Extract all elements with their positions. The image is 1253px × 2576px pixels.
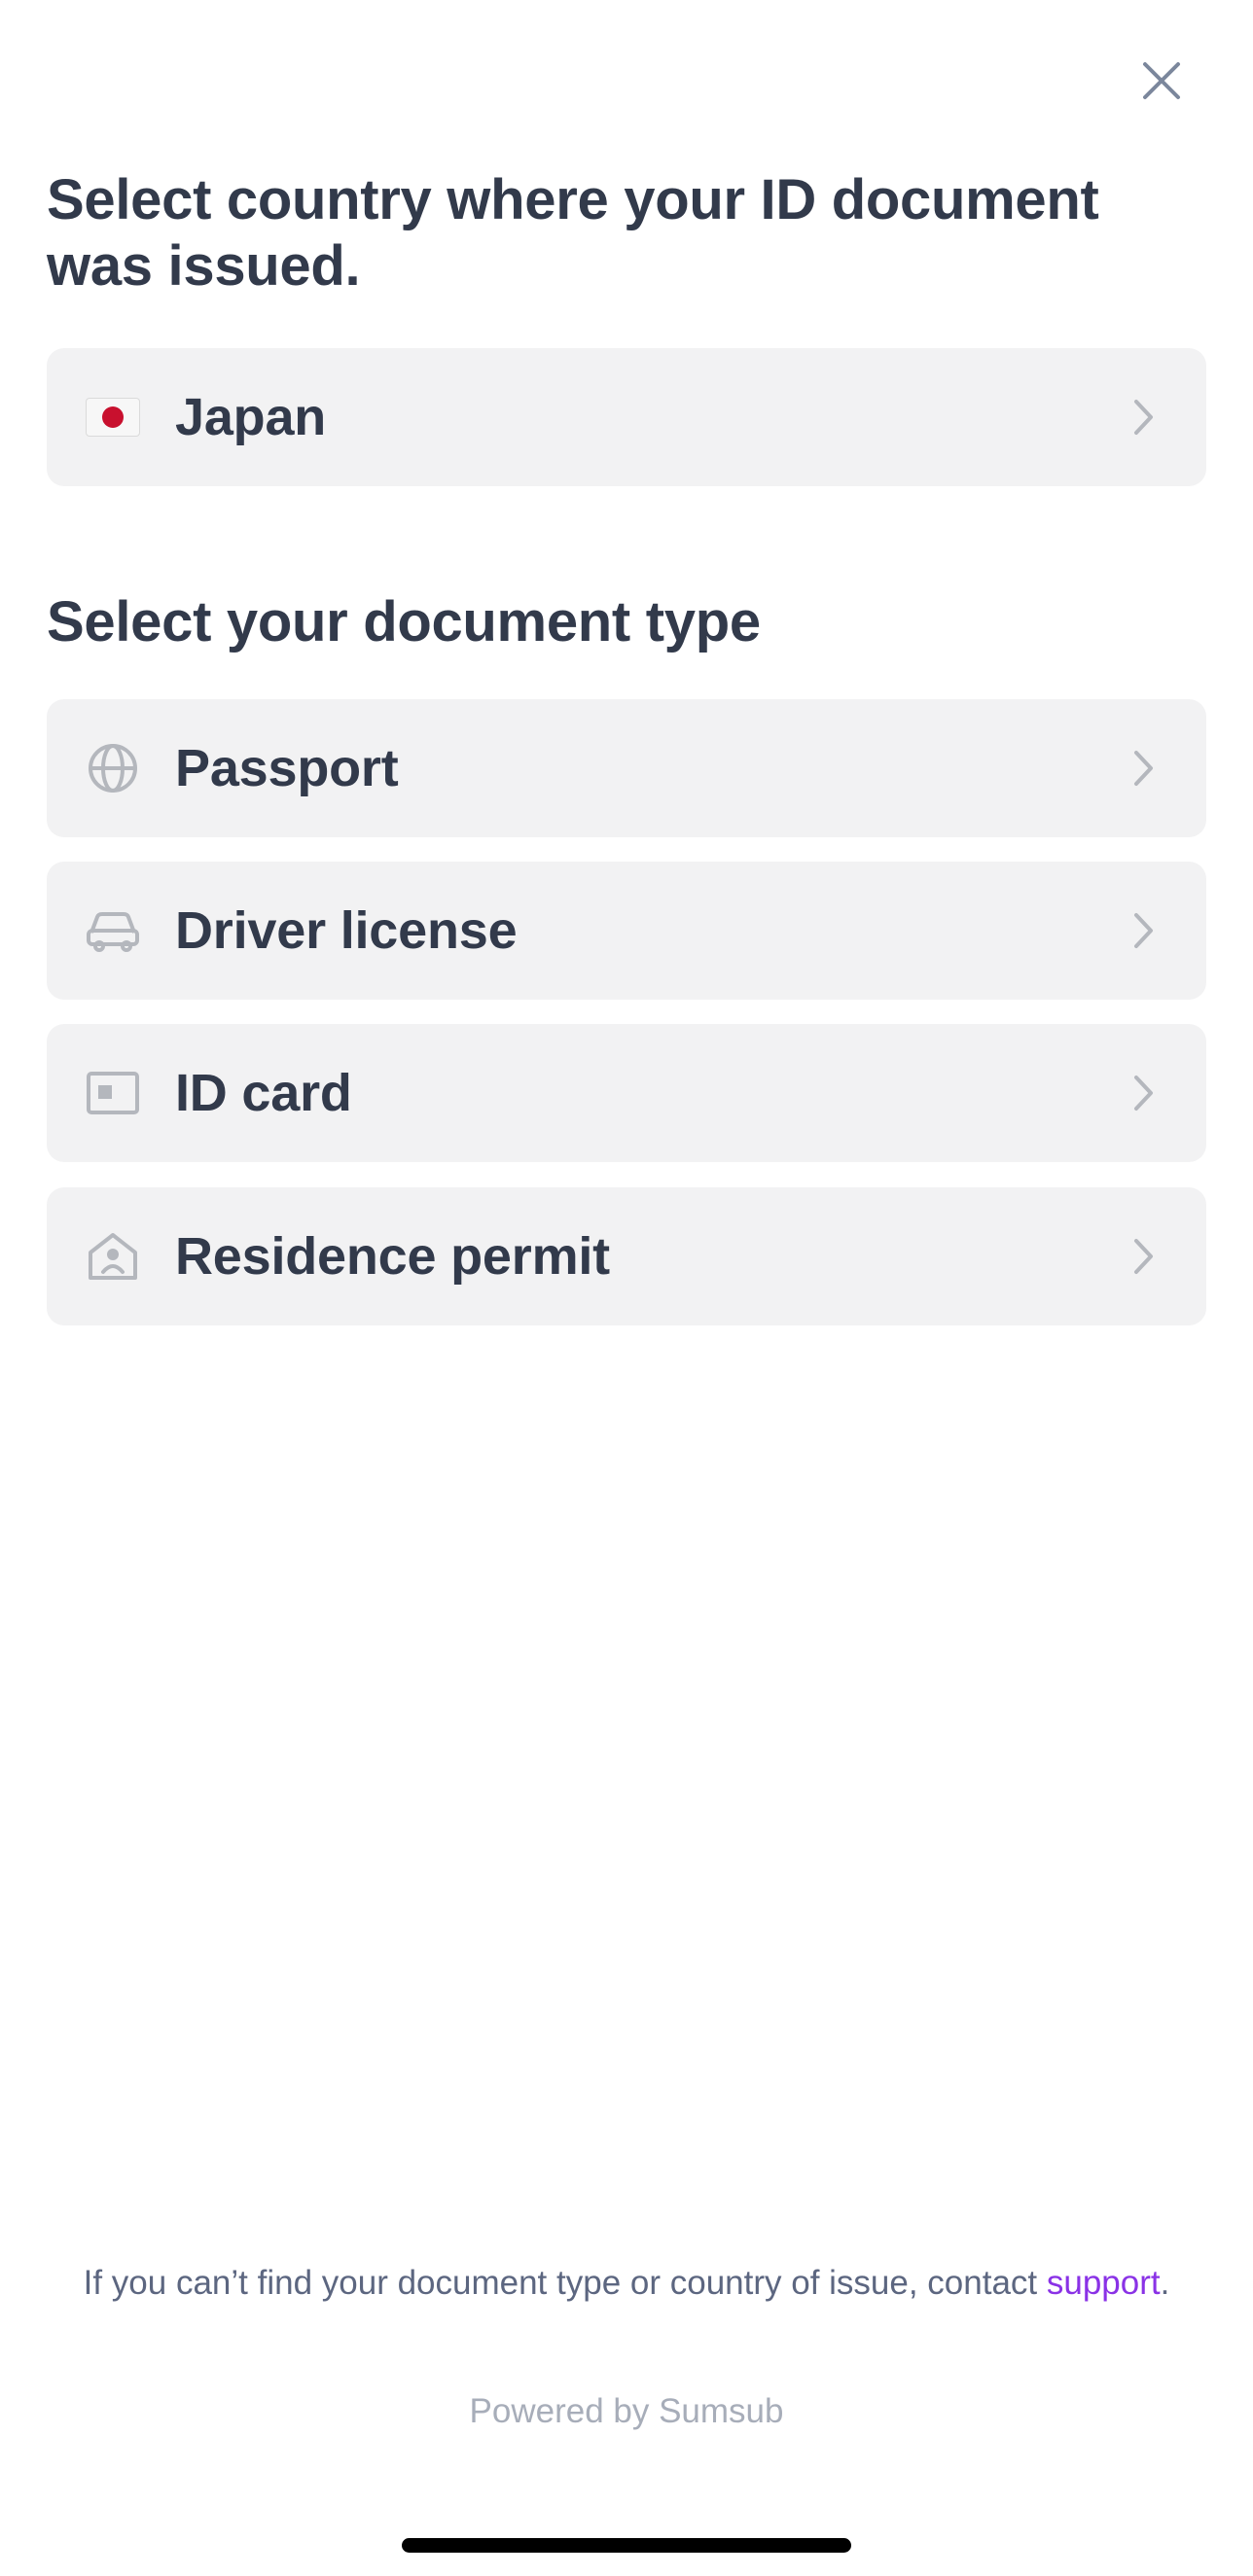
- id-card-icon: [86, 1067, 140, 1119]
- document-type-passport[interactable]: Passport: [47, 699, 1206, 837]
- chevron-right-icon: [1125, 1236, 1164, 1277]
- car-icon: [86, 904, 140, 957]
- help-note-text: If you can’t find your document type or …: [83, 2264, 1047, 2302]
- help-note-end: .: [1160, 2264, 1170, 2302]
- chevron-right-icon: [1125, 910, 1164, 951]
- country-selector[interactable]: Japan: [47, 348, 1206, 486]
- document-type-label: Residence permit: [175, 1227, 610, 1286]
- document-type-id-card[interactable]: ID card: [47, 1024, 1206, 1162]
- country-heading: Select country where your ID document wa…: [47, 168, 1099, 298]
- chevron-right-icon: [1125, 748, 1164, 789]
- document-type-label: ID card: [175, 1064, 352, 1122]
- help-note: If you can’t find your document type or …: [58, 2262, 1195, 2305]
- document-type-heading: Select your document type: [47, 590, 761, 653]
- chevron-right-icon: [1125, 1073, 1164, 1113]
- close-button[interactable]: [1131, 51, 1192, 111]
- support-link[interactable]: support: [1047, 2264, 1161, 2302]
- document-type-label: Passport: [175, 739, 399, 797]
- powered-by-label: Powered by Sumsub: [469, 2392, 784, 2430]
- chevron-right-icon: [1125, 397, 1164, 438]
- close-icon: [1143, 62, 1180, 99]
- document-type-driver-license[interactable]: Driver license: [47, 862, 1206, 1000]
- home-indicator[interactable]: [402, 2538, 851, 2553]
- japan-flag-icon: [86, 391, 140, 443]
- document-type-residence-permit[interactable]: Residence permit: [47, 1187, 1206, 1325]
- document-type-label: Driver license: [175, 901, 518, 960]
- globe-icon: [86, 742, 140, 794]
- house-person-icon: [86, 1230, 140, 1283]
- country-name: Japan: [175, 388, 327, 446]
